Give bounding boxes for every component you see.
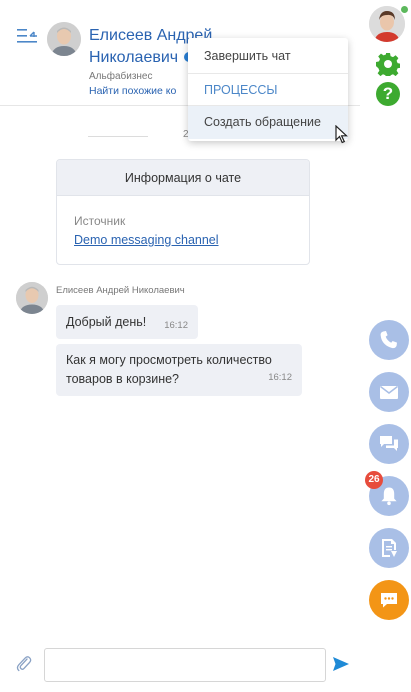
notifications-count-badge: 26 (365, 471, 383, 489)
phone-button[interactable] (369, 320, 409, 360)
document-button[interactable] (369, 528, 409, 568)
paperclip-icon[interactable] (15, 655, 33, 673)
message-time: 16:12 (164, 320, 188, 331)
chat-info-card: Информация о чате Источник Demo messagin… (56, 159, 310, 265)
bell-icon (381, 487, 397, 506)
message-bubble: Как я могу просмотреть количество товаро… (56, 344, 302, 396)
online-status-dot (401, 6, 408, 13)
message-author-name: Елисеев Андрей Николаевич (56, 285, 185, 296)
email-button[interactable] (369, 372, 409, 412)
chat-bubble-icon (381, 593, 397, 608)
active-chat-button[interactable] (369, 580, 409, 620)
contact-company: Альфабизнес (89, 71, 153, 82)
menu-item-processes[interactable]: ПРОЦЕССЫ (188, 73, 348, 106)
phone-icon (380, 331, 397, 349)
source-channel-link[interactable]: Demo messaging channel (74, 233, 219, 247)
mouse-cursor-icon (335, 125, 348, 144)
message-input[interactable] (44, 648, 326, 682)
chats-icon (380, 436, 398, 451)
current-user-avatar[interactable] (369, 6, 405, 42)
message-bubble: Добрый день! 16:12 (56, 305, 198, 339)
message-text: Как я могу просмотреть количество товаро… (66, 353, 272, 386)
menu-item-finish-chat[interactable]: Завершить чат (188, 40, 348, 73)
mail-icon (380, 385, 398, 399)
chat-actions-menu: Завершить чат ПРОЦЕССЫ Создать обращение (188, 38, 348, 141)
chats-button[interactable] (369, 424, 409, 464)
send-icon[interactable] (331, 654, 351, 674)
message-text: Добрый день! (66, 315, 147, 329)
document-icon (382, 539, 397, 557)
chat-info-title: Информация о чате (57, 160, 309, 196)
help-icon[interactable]: ? (376, 82, 400, 106)
contact-avatar[interactable] (47, 22, 81, 56)
collapse-panel-icon[interactable] (16, 27, 38, 45)
gear-icon[interactable] (376, 52, 400, 76)
message-author-avatar (16, 282, 48, 314)
menu-item-create-case[interactable]: Создать обращение (188, 106, 348, 139)
find-similar-link[interactable]: Найти похожие ко (89, 85, 189, 97)
message-time: 16:12 (268, 372, 292, 383)
source-label: Источник (74, 214, 126, 228)
